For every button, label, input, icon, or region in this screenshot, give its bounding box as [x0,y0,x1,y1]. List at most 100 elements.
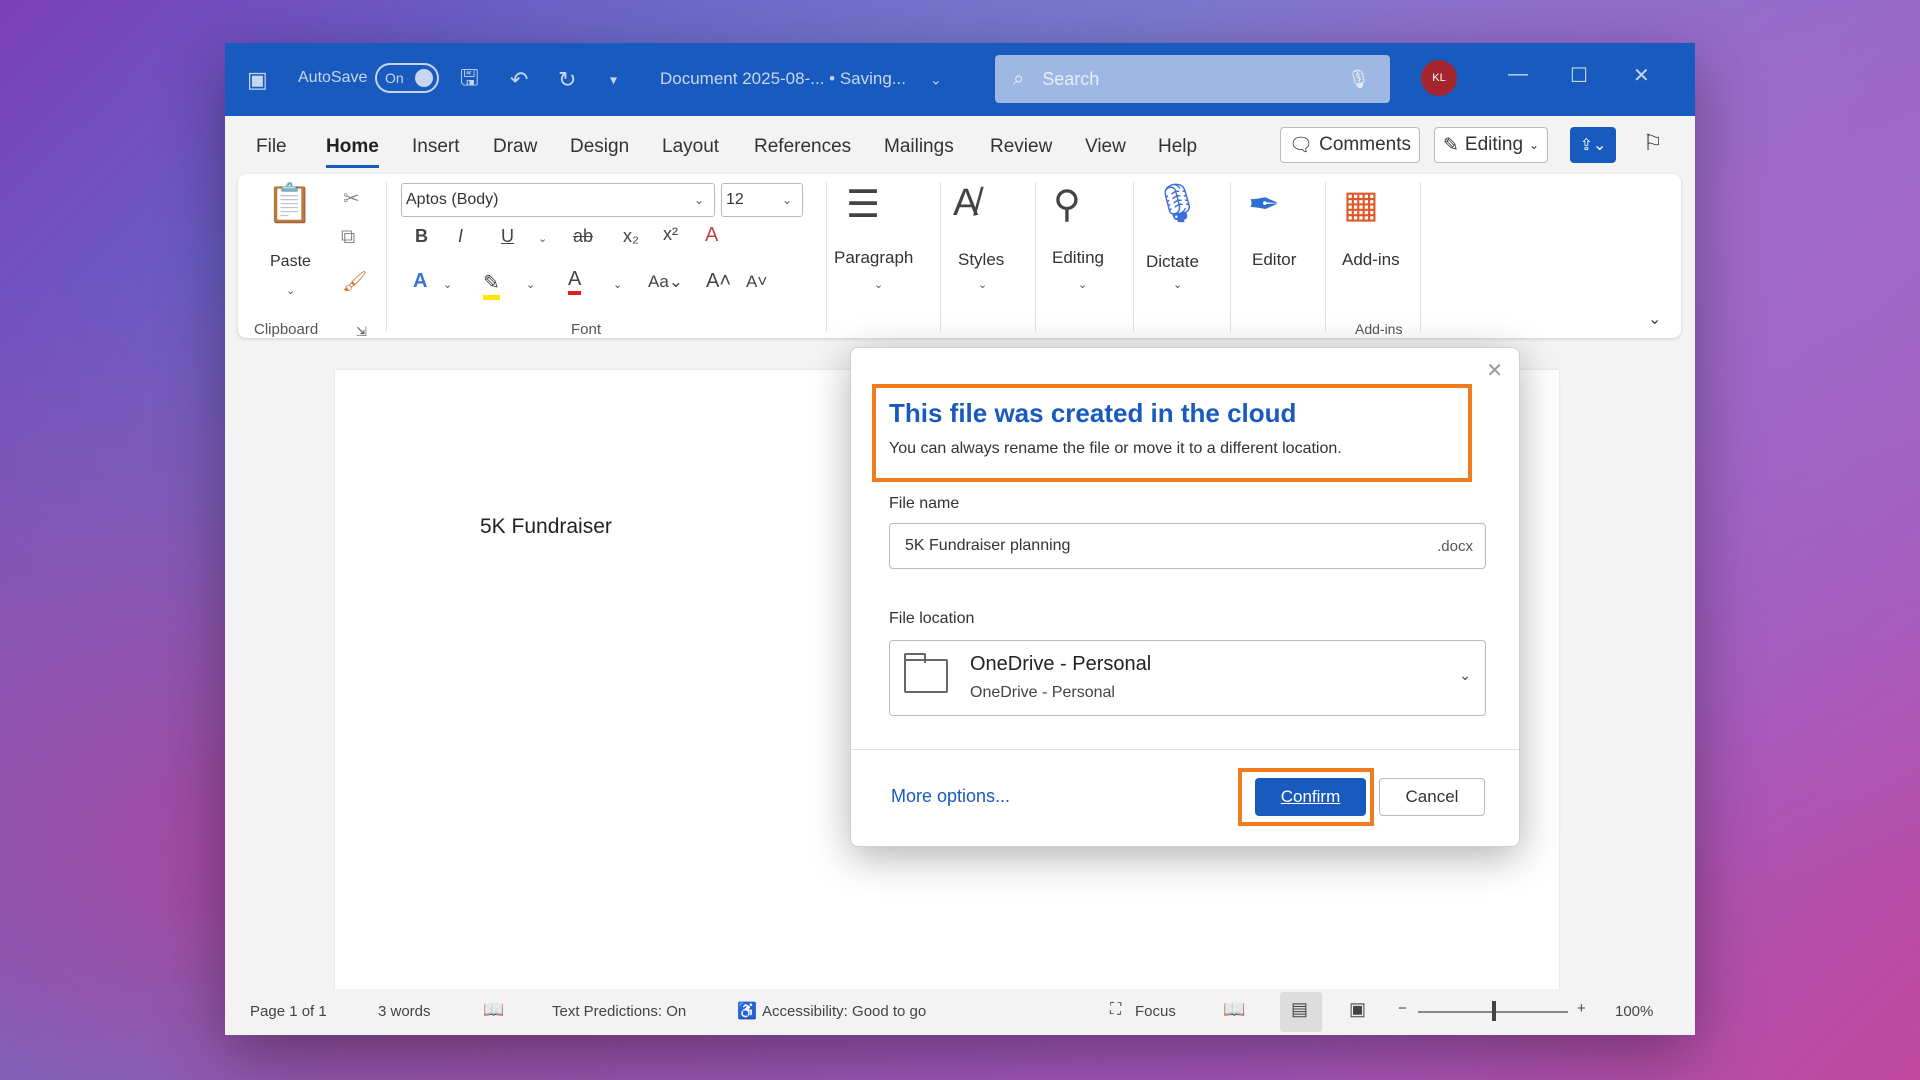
editing-mode-button[interactable]: ✎ Editing ⌄ [1434,127,1549,163]
paragraph-chevron-icon[interactable]: ⌄ [874,278,883,291]
document-body-text[interactable]: 5K Fundraiser [480,515,612,539]
styles-chevron-icon[interactable]: ⌄ [978,278,987,291]
autosave-toggle-state: On [385,70,404,86]
zoom-out-icon[interactable]: − [1398,1000,1407,1017]
proofing-icon[interactable]: 📖 [483,1000,504,1020]
redo-icon[interactable]: ↻ [558,67,576,93]
paste-icon[interactable]: 📋 [266,182,313,226]
file-location-select[interactable]: OneDrive - Personal OneDrive - Personal … [889,640,1486,716]
change-case-icon[interactable]: Aa⌄ [648,272,683,292]
dictate-chevron-icon[interactable]: ⌄ [1173,278,1182,291]
file-location-label: File location [889,610,975,627]
underline-icon[interactable]: U [501,226,514,247]
microphone-icon[interactable]: 🎙 [1347,69,1370,90]
word-count[interactable]: 3 words [378,1003,431,1020]
word-window: ▣ AutoSave On 🖫 ↶ ↻ ▾ Document 2025-08-.… [225,43,1695,1035]
subscript-icon[interactable]: x₂ [623,226,639,247]
cut-icon[interactable]: ✂ [343,186,360,211]
minimize-icon[interactable]: — [1508,63,1528,86]
save-icon[interactable]: 🖫 [460,61,479,99]
focus-button[interactable]: Focus [1135,1003,1176,1020]
highlight-icon[interactable]: ✎ [483,270,500,300]
zoom-level[interactable]: 100% [1615,1003,1653,1020]
tab-review[interactable]: Review [990,136,1052,158]
paste-chevron-icon[interactable]: ⌄ [286,284,295,297]
collapse-ribbon-icon[interactable]: ⌄ [1648,309,1661,329]
superscript-icon[interactable]: x² [663,224,678,245]
close-icon[interactable]: ✕ [1633,63,1650,88]
strikethrough-icon[interactable]: ab [573,226,593,247]
web-layout-icon[interactable]: ▣ [1349,999,1366,1020]
clear-formatting-icon[interactable]: A [705,224,718,247]
editing-chevron-icon[interactable]: ⌄ [1078,278,1087,291]
tab-draw[interactable]: Draw [493,136,537,158]
editor-icon[interactable]: ✒ [1248,182,1280,227]
avatar[interactable]: KL [1421,60,1457,96]
copy-icon[interactable]: ⧉ [341,226,355,249]
font-size-select[interactable]: 12 ⌄ [721,183,803,217]
separator [1035,182,1036,332]
tab-design[interactable]: Design [570,136,629,158]
zoom-in-icon[interactable]: + [1577,1000,1586,1017]
confirm-button[interactable]: Confirm [1255,778,1366,816]
autosave-toggle[interactable]: On [375,63,439,93]
file-name-input[interactable]: 5K Fundraiser planning .docx [889,523,1486,569]
grow-font-icon[interactable]: A˄ [706,270,731,293]
addins-label[interactable]: Add-ins [1342,250,1400,270]
italic-icon[interactable]: I [458,226,463,247]
find-icon[interactable]: ⚲ [1053,182,1081,227]
text-effects-icon[interactable]: A [413,270,427,293]
page-count[interactable]: Page 1 of 1 [250,1003,327,1020]
font-name-select[interactable]: Aptos (Body) ⌄ [401,183,715,217]
zoom-slider-thumb[interactable] [1492,1001,1496,1021]
customize-toolbar-icon[interactable]: ▾ [610,71,617,88]
styles-icon[interactable]: A̸ [953,182,978,225]
tab-insert[interactable]: Insert [412,136,460,158]
underline-chevron-icon[interactable]: ⌄ [538,232,547,245]
tab-layout[interactable]: Layout [662,136,719,158]
dictate-microphone-icon[interactable]: 🎙 [1153,182,1201,226]
document-title[interactable]: Document 2025-08-... • Saving... [660,69,906,89]
file-name-value: 5K Fundraiser planning [905,537,1071,554]
clipboard-launcher-icon[interactable]: ⇲ [356,324,367,340]
word-app-icon[interactable]: ▣ [247,67,268,93]
more-options-link[interactable]: More options... [891,786,1010,807]
tab-home[interactable]: Home [326,136,379,168]
share-button[interactable]: ⇪⌄ [1570,127,1616,163]
tab-help[interactable]: Help [1158,136,1197,158]
copilot-icon[interactable]: ⚐ [1643,130,1663,156]
shrink-font-icon[interactable]: A˅ [746,272,767,292]
cancel-button[interactable]: Cancel [1379,778,1485,816]
dialog-title: This file was created in the cloud [889,398,1297,428]
font-color-chevron-icon[interactable]: ⌄ [613,278,622,291]
undo-icon[interactable]: ↶ [510,67,528,93]
dictate-label[interactable]: Dictate [1146,252,1199,272]
chevron-down-icon: ⌄ [781,193,792,207]
tab-references[interactable]: References [754,136,851,158]
format-painter-icon[interactable]: 🖌 [342,269,367,294]
maximize-icon[interactable]: ☐ [1570,63,1588,88]
print-layout-icon[interactable]: ▤ [1291,999,1308,1020]
tab-view[interactable]: View [1085,136,1126,158]
styles-label[interactable]: Styles [958,250,1004,270]
title-bar: ▣ AutoSave On 🖫 ↶ ↻ ▾ Document 2025-08-.… [225,43,1695,116]
title-chevron-down-icon[interactable]: ⌄ [930,71,942,88]
editing-group-label[interactable]: Editing [1052,248,1104,268]
font-color-icon[interactable]: A [568,268,582,295]
addins-icon[interactable]: ▦ [1343,182,1379,227]
comments-button[interactable]: 🗨 Comments [1280,127,1420,163]
read-mode-icon[interactable]: 📖 [1223,999,1245,1020]
accessibility-status[interactable]: Accessibility: Good to go [762,1003,926,1020]
paste-label[interactable]: Paste [270,253,311,271]
editor-label[interactable]: Editor [1252,250,1296,270]
search-box[interactable]: ⌕ Search 🎙 [995,55,1390,103]
dialog-close-icon[interactable]: ✕ [1486,358,1503,383]
paragraph-label[interactable]: Paragraph [834,248,913,268]
highlight-chevron-icon[interactable]: ⌄ [526,278,535,291]
tab-file[interactable]: File [256,136,287,158]
bold-icon[interactable]: B [415,226,428,247]
text-effects-chevron-icon[interactable]: ⌄ [443,278,452,291]
tab-mailings[interactable]: Mailings [884,136,954,158]
text-predictions[interactable]: Text Predictions: On [552,1003,686,1020]
paragraph-icon[interactable]: ☰ [846,182,880,227]
